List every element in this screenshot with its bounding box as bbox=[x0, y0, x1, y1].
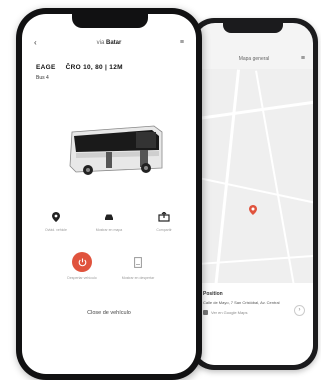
bus-image bbox=[69, 125, 163, 175]
vehicle-header: EAGE ČRO 10, 80 | 12M bbox=[36, 64, 182, 74]
maps-link[interactable]: Ver en Google Maps bbox=[203, 310, 305, 315]
brand-logo: via Batar bbox=[97, 40, 122, 46]
doc-label: Mostrar en despertar bbox=[121, 276, 155, 280]
car-icon bbox=[105, 214, 113, 220]
share-label: Compartir bbox=[156, 228, 172, 232]
phone-notch bbox=[72, 14, 148, 28]
vehicle-plate: EAGE bbox=[36, 64, 56, 71]
maps-link-label: Ver en Google Maps bbox=[211, 310, 248, 315]
close-vehicle-link[interactable]: Close de vehículo bbox=[22, 310, 196, 316]
back-phone-screen: Mapa general ≡ Position Calle de Mayo, 7… bbox=[195, 23, 313, 365]
locate-label: Ovlád. vehicle bbox=[45, 228, 67, 232]
document-icon bbox=[134, 256, 142, 268]
position-panel: Position Calle de Mayo, 7 San Cristóbal,… bbox=[195, 283, 313, 365]
map-link-icon bbox=[203, 310, 208, 315]
share-icon bbox=[158, 212, 170, 222]
front-phone-screen: ‹ via Batar ≡ EAGE ČRO 10, 80 | 12M Bus … bbox=[22, 14, 196, 374]
brand-prefix: via bbox=[96, 40, 105, 46]
map-label: Mostrar en mapa bbox=[95, 228, 123, 232]
locate-action[interactable]: Ovlád. vehicle bbox=[36, 210, 76, 232]
front-phone-frame: ‹ via Batar ≡ EAGE ČRO 10, 80 | 12M Bus … bbox=[16, 8, 202, 380]
position-address: Calle de Mayo, 7 San Cristóbal, Av. Cent… bbox=[203, 300, 280, 305]
wake-label: Despertar vehículo bbox=[67, 276, 97, 280]
top-bar: ‹ via Batar ≡ bbox=[22, 36, 196, 50]
wake-button[interactable] bbox=[72, 252, 92, 272]
vehicle-subtitle: Bus 4 bbox=[36, 75, 49, 81]
map-action[interactable]: Mostrar en mapa bbox=[89, 210, 129, 232]
wake-action[interactable]: Despertar vehículo bbox=[62, 252, 102, 280]
share-action[interactable]: Compartir bbox=[144, 210, 184, 232]
brand-name: Batar bbox=[106, 40, 122, 46]
vehicle-code: ČRO 10, 80 | 12M bbox=[65, 64, 123, 71]
doc-button[interactable] bbox=[128, 252, 148, 272]
back-header-title: Mapa general bbox=[238, 56, 270, 62]
back-phone-notch bbox=[223, 23, 283, 33]
secondary-actions: Despertar vehículo Mostrar en despertar bbox=[22, 252, 196, 302]
vehicle-actions: Ovlád. vehicle Mostrar en mapa Compartir bbox=[22, 210, 196, 250]
navigate-icon[interactable]: › bbox=[294, 305, 305, 316]
map-pin-icon[interactable] bbox=[249, 205, 257, 215]
location-pin-icon bbox=[52, 212, 60, 222]
doc-action[interactable]: Mostrar en despertar bbox=[118, 252, 158, 280]
menu-icon[interactable]: ≡ bbox=[301, 51, 305, 67]
back-phone-frame: Mapa general ≡ Position Calle de Mayo, 7… bbox=[190, 18, 318, 370]
back-header: Mapa general ≡ bbox=[195, 51, 313, 67]
position-title: Position bbox=[203, 291, 223, 297]
back-arrow-icon[interactable]: ‹ bbox=[34, 36, 37, 50]
map-view[interactable] bbox=[195, 69, 313, 299]
menu-icon[interactable]: ≡ bbox=[180, 36, 184, 50]
power-icon bbox=[78, 258, 86, 266]
